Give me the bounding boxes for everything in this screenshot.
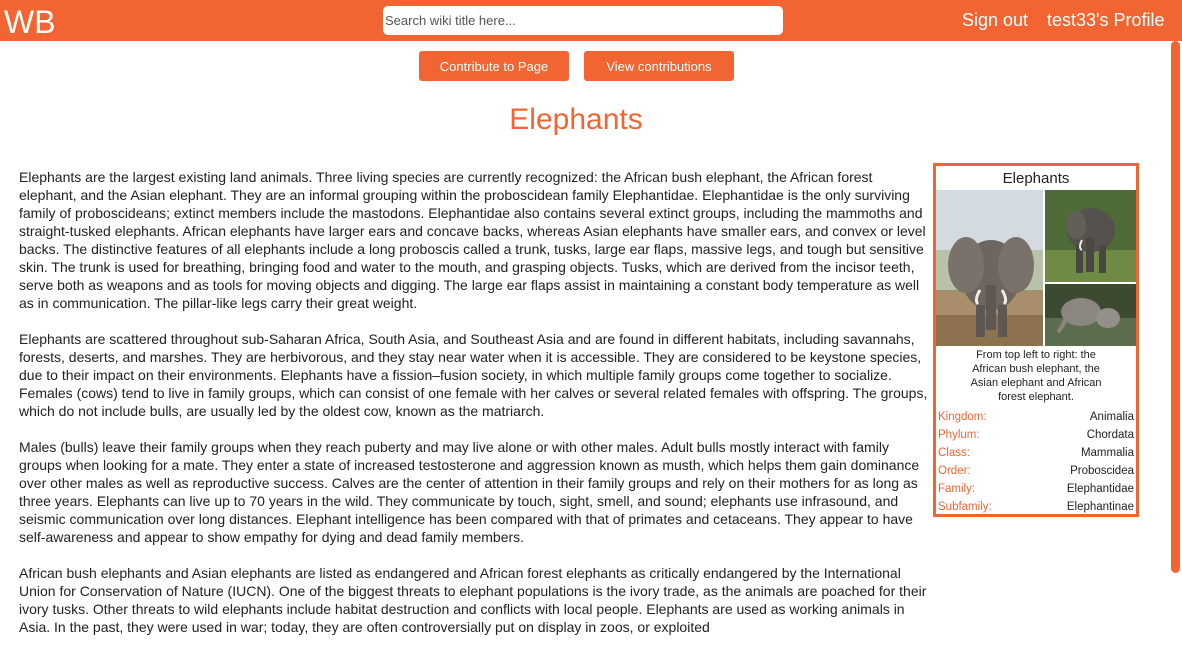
article-paragraph: Males (bulls) leave their family groups …	[19, 439, 920, 545]
view-contributions-button[interactable]: View contributions	[584, 51, 734, 81]
infobox: Elephants From top left to right: the Af…	[933, 163, 1139, 517]
taxonomy-value: Mammalia	[1080, 447, 1134, 459]
taxonomy-row: Phylum: Chordata	[938, 426, 1134, 444]
taxonomy-key: Subfamily:	[938, 501, 992, 513]
taxonomy-key: Class:	[938, 447, 970, 459]
taxonomy-value: Proboscidea	[1070, 465, 1134, 477]
taxonomy-key: Kingdom:	[938, 411, 987, 423]
article-paragraph: African bush elephants and Asian elephan…	[19, 565, 927, 635]
taxonomy-key: Order:	[938, 465, 971, 477]
taxonomy-value: Chordata	[1086, 429, 1134, 441]
taxonomy-row: Kingdom: Animalia	[938, 408, 1134, 426]
wb-logo[interactable]: WB	[3, 5, 63, 37]
taxonomy-value: Elephantidae	[1066, 483, 1134, 495]
top-navbar: WB Sign out test33's Profile	[0, 0, 1182, 41]
elephant-collage-image	[936, 190, 1136, 346]
infobox-title: Elephants	[1002, 170, 1070, 187]
article-body: Elephants are the largest existing land …	[19, 168, 932, 654]
profile-link[interactable]: test33's Profile	[1047, 10, 1165, 31]
contribute-button[interactable]: Contribute to Page	[419, 51, 569, 81]
taxonomy-table: Kingdom: Animalia Phylum: Chordata Class…	[936, 408, 1136, 516]
taxonomy-key: Family:	[938, 483, 976, 495]
search-input[interactable]	[383, 6, 783, 35]
taxonomy-row: Class: Mammalia	[938, 444, 1134, 462]
taxonomy-value: Elephantinae	[1066, 501, 1134, 513]
sign-out-link[interactable]: Sign out	[962, 10, 1028, 31]
taxonomy-row: Order: Proboscidea	[938, 462, 1134, 480]
logo-text: WB	[4, 5, 56, 37]
scrollbar-thumb[interactable]	[1171, 41, 1180, 573]
taxonomy-value: Animalia	[1089, 411, 1134, 423]
infobox-caption: From top left to right: the African bush…	[970, 349, 1102, 403]
page-title: Elephants	[509, 103, 643, 136]
taxonomy-key: Phylum:	[938, 429, 980, 441]
article-paragraph: Elephants are the largest existing land …	[19, 169, 926, 311]
taxonomy-row: Subfamily: Elephantinae	[938, 498, 1134, 516]
taxonomy-row: Family: Elephantidae	[938, 480, 1134, 498]
article-paragraph: Elephants are scattered throughout sub-S…	[19, 331, 928, 419]
